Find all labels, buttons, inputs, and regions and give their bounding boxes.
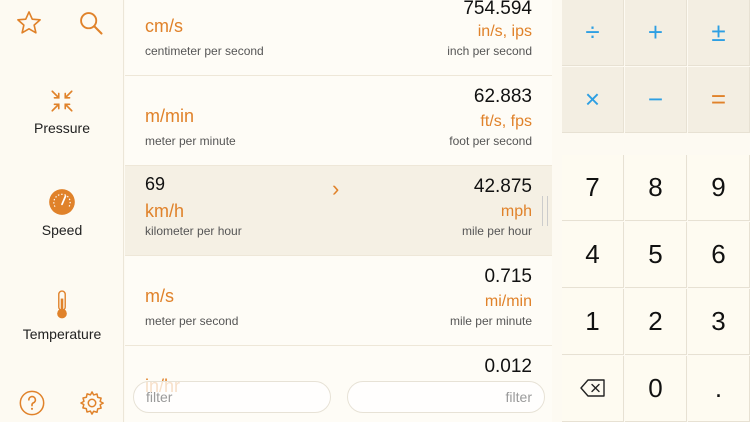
category-label: Temperature	[22, 326, 102, 342]
digit-6-button[interactable]: 6	[688, 222, 750, 288]
unit-abbrev: km/h	[145, 201, 185, 221]
digit-1-button[interactable]: 1	[562, 289, 624, 355]
conversion-row-selected[interactable]: 69 › km/h kilometer per hour 42.875 mph …	[125, 166, 552, 256]
unit-abbrev: m/min	[145, 106, 194, 126]
category-pressure[interactable]: Pressure	[0, 88, 124, 138]
unit-description: centimeter per second	[145, 44, 264, 58]
equals-button[interactable]: =	[688, 67, 750, 133]
category-label: Speed	[41, 222, 83, 238]
unit-abbrev: ft/s, fps	[480, 113, 532, 130]
digit-3-button[interactable]: 3	[688, 289, 750, 355]
filter-input-right[interactable]	[347, 381, 545, 413]
converted-value: 42.875	[473, 176, 532, 197]
converted-value: 0.012	[484, 356, 532, 377]
input-value[interactable]: 69	[145, 174, 165, 195]
conversion-row[interactable]: cm/s centimeter per second 754.594 in/s,…	[125, 0, 552, 76]
digit-0-button[interactable]: 0	[625, 356, 687, 422]
conversion-row[interactable]: m/min meter per minute 62.883 ft/s, fps …	[125, 76, 552, 166]
search-icon[interactable]	[74, 6, 108, 40]
backspace-icon	[579, 373, 606, 404]
filter-input-left[interactable]	[133, 381, 331, 413]
speedometer-icon	[0, 188, 124, 216]
category-speed[interactable]: Speed	[0, 188, 124, 240]
unit-abbrev: in/s, ips	[477, 23, 532, 40]
subtract-button[interactable]: −	[625, 67, 687, 133]
sidebar: Pressure Speed Temperature	[0, 0, 124, 422]
add-button[interactable]: +	[625, 0, 687, 66]
unit-description: mile per minute	[449, 314, 532, 328]
plus-minus-button[interactable]: ±	[688, 0, 750, 66]
backspace-button[interactable]	[562, 356, 624, 422]
category-label: Pressure	[33, 120, 91, 136]
keypad-separator	[562, 134, 750, 154]
conversion-list[interactable]: cm/s centimeter per second 754.594 in/s,…	[125, 0, 552, 422]
unit-abbrev: m/s	[145, 286, 174, 306]
pressure-icon	[0, 88, 124, 114]
chevron-right-icon[interactable]: ›	[332, 176, 339, 202]
converted-value: 62.883	[473, 86, 532, 107]
keypad: ÷ + ± × − = 7 8 9 4 5 6 1 2 3 0 .	[562, 0, 750, 422]
unit-abbrev: mph	[500, 203, 532, 220]
divide-button[interactable]: ÷	[562, 0, 624, 66]
star-icon[interactable]	[12, 6, 46, 40]
digit-5-button[interactable]: 5	[625, 222, 687, 288]
help-icon[interactable]	[17, 388, 47, 418]
unit-description: kilometer per hour	[145, 224, 242, 238]
category-temperature[interactable]: Temperature	[0, 290, 124, 344]
unit-abbrev: mi/min	[484, 293, 532, 310]
thermometer-icon	[0, 290, 124, 320]
unit-description: inch per second	[447, 44, 532, 58]
unit-description: mile per hour	[461, 224, 532, 238]
digit-4-button[interactable]: 4	[562, 222, 624, 288]
unit-abbrev: cm/s	[145, 16, 183, 36]
digit-2-button[interactable]: 2	[625, 289, 687, 355]
digit-7-button[interactable]: 7	[562, 155, 624, 221]
unit-description: meter per second	[145, 314, 239, 328]
conversion-row[interactable]: m/s meter per second 0.715 mi/min mile p…	[125, 256, 552, 346]
decimal-button[interactable]: .	[688, 356, 750, 422]
converted-value: 754.594	[463, 0, 532, 19]
digit-9-button[interactable]: 9	[688, 155, 750, 221]
gear-icon[interactable]	[77, 388, 107, 418]
multiply-button[interactable]: ×	[562, 67, 624, 133]
unit-description: foot per second	[449, 134, 532, 148]
drag-handle[interactable]	[542, 196, 548, 226]
unit-description: meter per minute	[145, 134, 236, 148]
converted-value: 0.715	[484, 266, 532, 287]
digit-8-button[interactable]: 8	[625, 155, 687, 221]
